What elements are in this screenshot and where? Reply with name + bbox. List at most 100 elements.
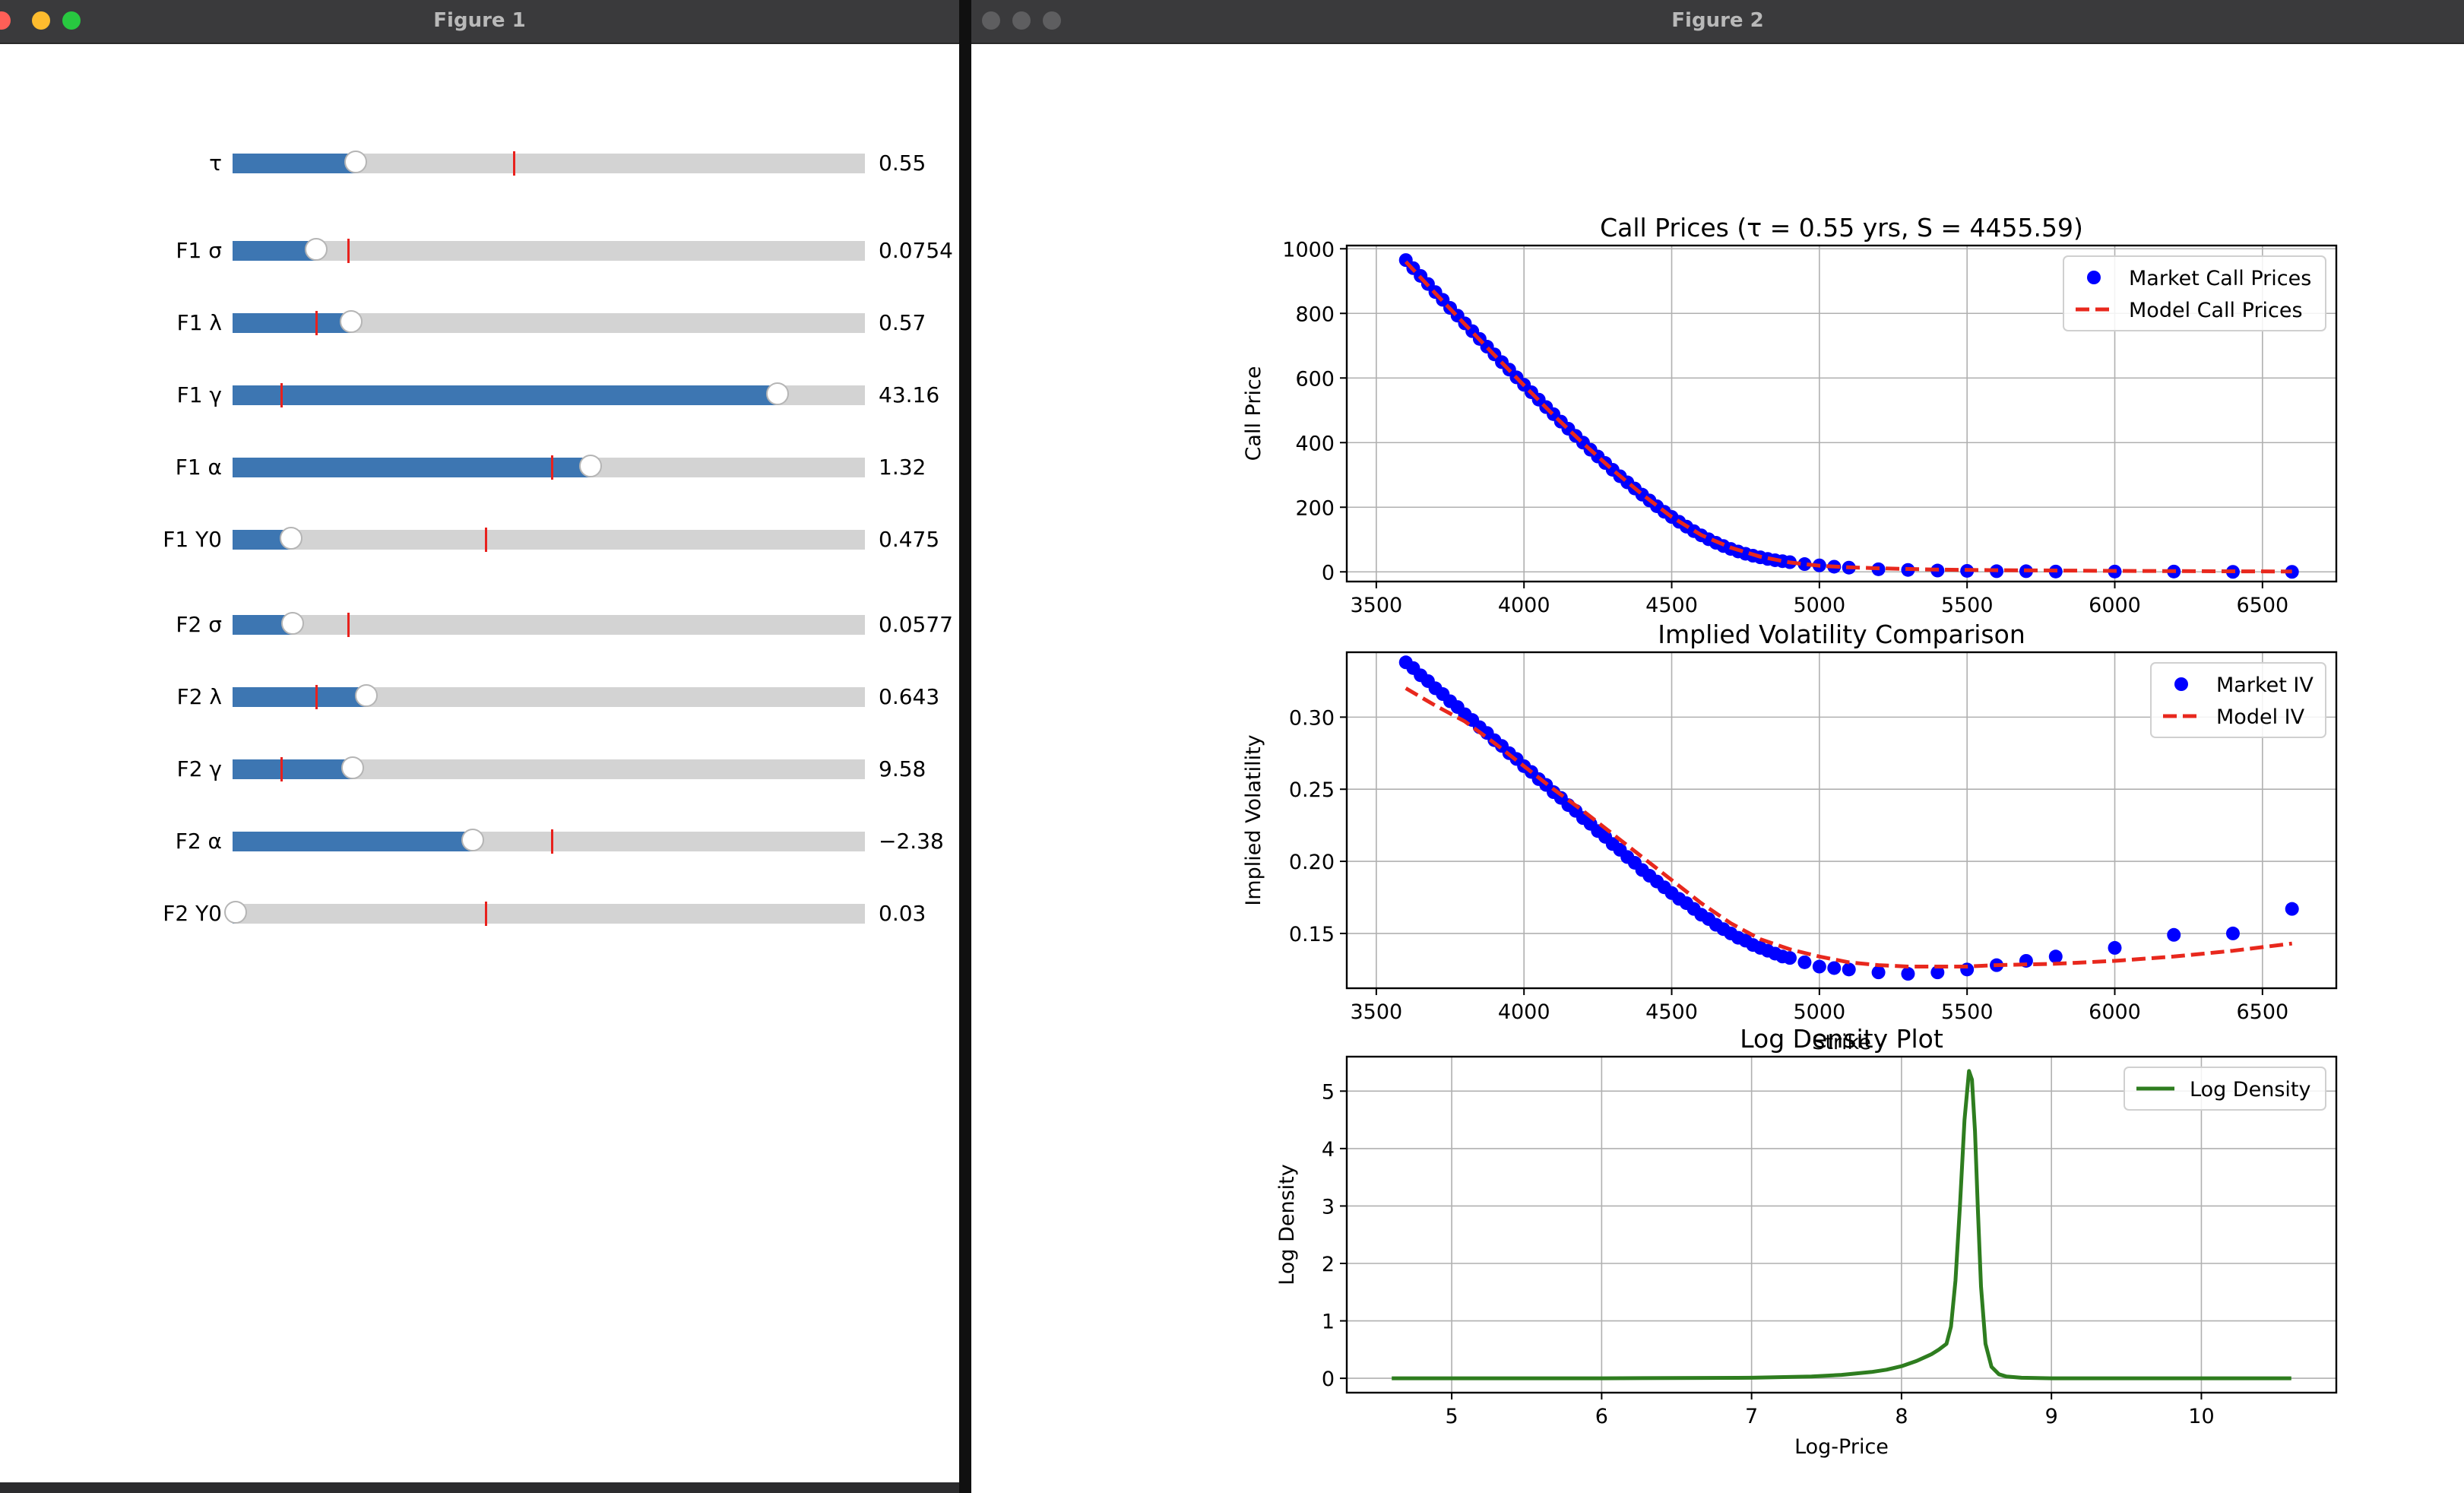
chart-title: Implied Volatility Comparison: [1658, 620, 2025, 649]
slider-handle[interactable]: [344, 151, 368, 173]
slider-row: F2 σ 0.0577: [0, 610, 959, 640]
slider-track[interactable]: [233, 310, 865, 335]
chart-3: 5 6 7 8 9 10 0 1 2 3 4 5 Log Density Plot Log-Price Lo…: [1275, 1024, 2338, 1459]
x-tick-label: 5500: [1941, 1000, 1994, 1024]
slider-row: F2 α −2.38: [0, 826, 959, 857]
y-axis-label: Call Price: [1242, 366, 1265, 461]
y-tick-label: 0: [1322, 561, 1335, 585]
window-gap: [959, 0, 971, 1493]
x-tick-label: 6500: [2236, 1000, 2288, 1024]
data-point: [1871, 965, 1886, 980]
y-tick-label: 1: [1322, 1311, 1335, 1334]
slider-row: τ 0.55: [0, 148, 959, 179]
slider-row: F1 α 1.32: [0, 452, 959, 483]
y-tick-label: 0.30: [1289, 706, 1335, 730]
slider-initial-marker: [315, 685, 318, 709]
legend: Market Call Prices Model Call Prices: [2063, 255, 2326, 331]
data-point: [1827, 961, 1842, 975]
x-tick-label: 6000: [2089, 1000, 2141, 1024]
y-tick-label: 5: [1322, 1080, 1335, 1104]
x-tick-label: 3500: [1351, 1000, 1403, 1024]
slider-handle[interactable]: [461, 829, 485, 851]
slider-handle[interactable]: [339, 310, 363, 333]
x-tick-label: 5000: [1793, 1000, 1845, 1024]
slider-handle[interactable]: [341, 756, 365, 779]
legend-marker: [2174, 677, 2188, 691]
slider-handle[interactable]: [224, 901, 248, 924]
slider-handle[interactable]: [281, 612, 305, 635]
slider-handle[interactable]: [766, 382, 790, 405]
legend-marker: [2087, 271, 2101, 284]
legend-label: Market Call Prices: [2129, 267, 2311, 290]
y-tick-label: 600: [1295, 367, 1335, 391]
y-axis-label: Log Density: [1275, 1164, 1299, 1285]
series-group: [1392, 1069, 2291, 1380]
slider-initial-marker: [280, 383, 283, 407]
slider-track[interactable]: [233, 455, 865, 480]
slider-fill: [233, 759, 353, 779]
y-tick-label: 3: [1322, 1195, 1335, 1219]
slider-track[interactable]: [233, 829, 865, 854]
y-tick-label: 800: [1295, 303, 1335, 326]
slider-value: 43.16: [879, 382, 940, 407]
slider-value: 0.475: [879, 527, 940, 552]
slider-track[interactable]: [233, 527, 865, 552]
x-tick-label: 9: [2045, 1405, 2058, 1428]
slider-track[interactable]: [233, 382, 865, 407]
x-tick-label: 7: [1745, 1405, 1758, 1428]
slider-label: F1 Y0: [163, 527, 222, 552]
x-tick-label: 5500: [1941, 594, 1994, 617]
slider-handle[interactable]: [578, 455, 602, 477]
slider-value: 0.03: [879, 901, 926, 926]
figure2-titlebar[interactable]: Figure 2: [971, 0, 2464, 44]
slider-initial-marker: [315, 311, 318, 335]
slider-track[interactable]: [224, 901, 865, 926]
slider-label: F2 α: [175, 829, 222, 854]
slider-handle[interactable]: [304, 238, 328, 261]
slider-handle[interactable]: [280, 527, 303, 550]
slider-row: F2 λ 0.643: [0, 682, 959, 712]
slider-track[interactable]: [233, 612, 865, 637]
slider-handle[interactable]: [355, 684, 378, 707]
slider-initial-marker: [513, 151, 516, 176]
figure1-window: Figure 1 τ 0.55 F1 σ 0.0754 F1 λ 0.57 F1 γ 43.1…: [0, 0, 959, 1493]
slider-row: F1 γ 43.16: [0, 380, 959, 410]
y-tick-label: 4: [1322, 1138, 1335, 1162]
slider-track[interactable]: [233, 684, 865, 709]
figure1-titlebar[interactable]: Figure 1: [0, 0, 959, 44]
slider-value: 9.58: [879, 756, 926, 781]
x-tick-label: 5: [1445, 1405, 1458, 1428]
slider-initial-marker: [347, 239, 350, 263]
plot-canvas: 3500 4000 4500 5000 5500 6000 6500 0 200 400 600 80…: [971, 44, 2464, 1493]
chart-2: 3500 4000 4500 5000 5500 6000 6500 0.15 0.20 0.25…: [1242, 620, 2338, 1054]
slider-fill: [233, 832, 473, 851]
y-tick-label: 0.15: [1289, 923, 1335, 946]
legend-label: Model IV: [2216, 705, 2305, 729]
slider-value: 1.32: [879, 455, 926, 480]
x-tick-label: 8: [1895, 1405, 1908, 1428]
x-tick-label: 4500: [1645, 1000, 1698, 1024]
slider-label: F1 σ: [176, 238, 222, 263]
chart-title: Log Density Plot: [1740, 1024, 1943, 1054]
y-tick-label: 0.20: [1289, 851, 1335, 874]
slider-value: 0.0577: [879, 612, 953, 637]
slider-track[interactable]: [233, 756, 865, 781]
y-tick-label: 400: [1295, 432, 1335, 455]
slider-track[interactable]: [233, 238, 865, 263]
slider-initial-marker: [484, 902, 487, 926]
slider-label: F1 λ: [176, 310, 222, 335]
slider-label: F2 σ: [176, 612, 222, 637]
x-axis-label: Log-Price: [1794, 1435, 1889, 1459]
x-tick-label: 6000: [2089, 594, 2141, 617]
slider-label: F1 γ: [176, 382, 222, 407]
data-point: [1901, 967, 1915, 981]
slider-label: τ: [209, 151, 222, 176]
slider-label: F2 γ: [176, 756, 222, 781]
x-tick-label: 3500: [1351, 594, 1403, 617]
slider-initial-marker: [347, 613, 350, 637]
y-tick-label: 200: [1295, 496, 1335, 520]
slider-track[interactable]: [233, 151, 865, 176]
data-point: [2108, 940, 2122, 955]
chart-1: 3500 4000 4500 5000 5500 6000 6500 0 200 400 600 80…: [1242, 213, 2338, 617]
slider-row: F1 σ 0.0754: [0, 236, 959, 266]
